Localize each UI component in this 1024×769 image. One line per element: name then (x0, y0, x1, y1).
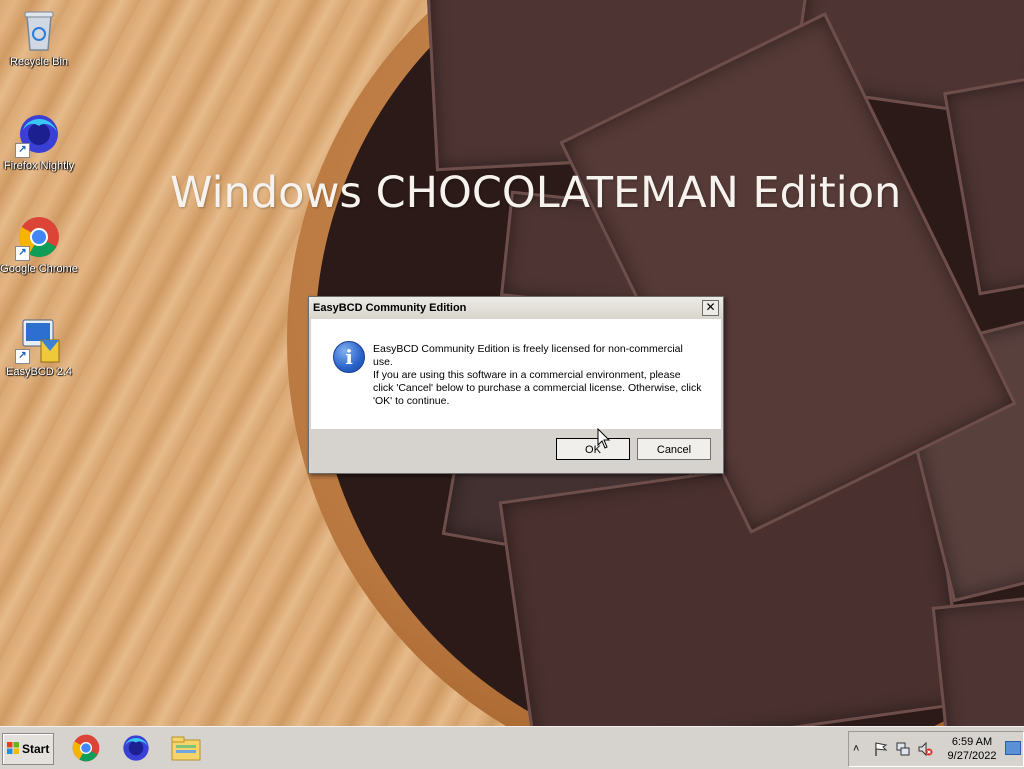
shortcut-arrow-icon: ↗ (15, 143, 30, 158)
action-center-flag-icon[interactable] (873, 741, 889, 757)
dialog-title: EasyBCD Community Edition (309, 297, 723, 319)
desktop-icon-label: Recycle Bin (9, 56, 69, 68)
desktop-icon-recycle-bin[interactable]: Recycle Bin (0, 6, 78, 68)
desktop-watermark: Windows CHOCOLATEMAN Edition (170, 168, 902, 218)
chrome-icon: ↗ (15, 213, 63, 261)
dialog-body: i EasyBCD Community Edition is freely li… (311, 319, 721, 429)
easybcd-license-dialog: EasyBCD Community Edition ✕ i EasyBCD Co… (308, 296, 724, 474)
cancel-button[interactable]: Cancel (637, 438, 711, 460)
desktop-icon-google-chrome[interactable]: ↗ Google Chrome (0, 213, 78, 275)
windows-logo-icon (7, 742, 19, 754)
shortcut-arrow-icon: ↗ (15, 246, 30, 261)
dialog-message-line: If you are using this software in a comm… (373, 369, 702, 407)
start-button[interactable]: Start (2, 733, 54, 765)
desktop-icon-label: Google Chrome (0, 263, 78, 275)
shortcut-arrow-icon: ↗ (15, 349, 30, 364)
start-label: Start (22, 742, 50, 756)
desktop-icon-easybcd[interactable]: ↗ EasyBCD 2.4 (0, 316, 78, 378)
taskbar-clock[interactable]: 6:59 AM 9/27/2022 (943, 735, 1001, 763)
chocolate-piece (931, 593, 1024, 726)
firefox-nightly-icon (123, 735, 149, 761)
show-desktop-button[interactable] (1005, 741, 1021, 755)
show-hidden-icons-chevron[interactable]: ˄ (853, 741, 869, 757)
desktop-icon-label: Firefox Nightly (3, 160, 75, 172)
recycle-bin-icon (15, 6, 63, 54)
network-icon[interactable] (895, 741, 911, 757)
taskbar-file-explorer-button[interactable] (170, 732, 202, 764)
dialog-message: EasyBCD Community Edition is freely lice… (373, 343, 703, 408)
chrome-icon (72, 734, 100, 762)
desktop-icon-firefox-nightly[interactable]: ↗ Firefox Nightly (0, 110, 78, 172)
info-icon: i (333, 341, 365, 373)
taskbar-firefox-button[interactable] (120, 732, 152, 764)
easybcd-icon: ↗ (15, 316, 63, 364)
file-explorer-icon (171, 736, 201, 761)
volume-muted-icon[interactable] (917, 741, 933, 757)
clock-date: 9/27/2022 (947, 750, 997, 762)
clock-time: 6:59 AM (951, 736, 993, 748)
taskbar: Start ˄ 6:59 AM 9/27/2022 (0, 726, 1024, 769)
mouse-cursor-icon (597, 428, 611, 449)
dialog-close-button[interactable]: ✕ (702, 300, 719, 316)
system-tray: ˄ 6:59 AM 9/27/2022 (848, 731, 1024, 767)
ok-button[interactable]: OK (556, 438, 630, 460)
dialog-message-line: EasyBCD Community Edition is freely lice… (373, 343, 683, 368)
taskbar-chrome-button[interactable] (70, 732, 102, 764)
desktop-icon-label: EasyBCD 2.4 (5, 366, 73, 378)
firefox-nightly-icon: ↗ (15, 110, 63, 158)
